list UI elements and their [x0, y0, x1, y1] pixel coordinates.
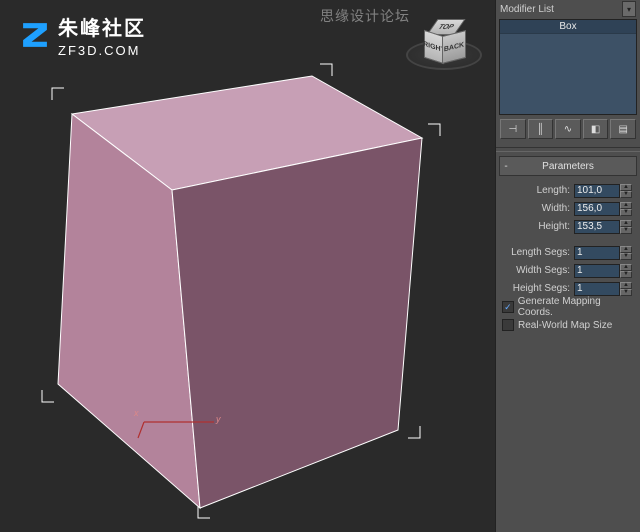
generate-mapping-checkbox[interactable]: ✓ — [502, 301, 514, 313]
height-segs-label: Height Segs: — [500, 283, 574, 294]
spinner-down-icon[interactable]: ▼ — [620, 227, 632, 234]
spinner-up-icon[interactable]: ▲ — [620, 246, 632, 253]
width-label: Width: — [500, 203, 574, 214]
unique-icon: ∿ — [564, 124, 572, 135]
remove-modifier-button[interactable]: ◧ — [583, 119, 609, 139]
configure-sets-button[interactable]: ▤ — [610, 119, 636, 139]
modifier-list-dropdown[interactable]: Modifier List ▾ — [496, 0, 640, 18]
parameters-rollout-header[interactable]: - Parameters — [499, 156, 637, 176]
length-segs-spinner[interactable]: ▲ ▼ — [574, 246, 636, 260]
spinner-up-icon[interactable]: ▲ — [620, 264, 632, 271]
spinner-up-icon[interactable]: ▲ — [620, 220, 632, 227]
width-segs-spinner[interactable]: ▲ ▼ — [574, 264, 636, 278]
parameters-body: Length: ▲ ▼ Width: ▲ ▼ Height: — [496, 176, 640, 337]
modify-panel: Modifier List ▾ Box ⊣ ║ ∿ ◧ ▤ - Paramete… — [495, 0, 640, 532]
height-segs-input[interactable] — [574, 282, 620, 296]
spinner-down-icon[interactable]: ▼ — [620, 271, 632, 278]
spinner-up-icon[interactable]: ▲ — [620, 282, 632, 289]
show-end-result-button[interactable]: ║ — [528, 119, 554, 139]
spinner-down-icon[interactable]: ▼ — [620, 191, 632, 198]
remove-icon: ◧ — [591, 124, 600, 135]
logo-text-cn: 朱峰社区 — [58, 12, 146, 41]
modifier-stack[interactable]: Box — [499, 19, 637, 115]
length-input[interactable] — [574, 184, 620, 198]
length-label: Length: — [500, 185, 574, 196]
spinner-up-icon[interactable]: ▲ — [620, 184, 632, 191]
pin-stack-button[interactable]: ⊣ — [500, 119, 526, 139]
check-icon: ✓ — [504, 302, 512, 313]
length-segs-label: Length Segs: — [500, 247, 574, 258]
modifier-list-label: Modifier List — [500, 4, 622, 15]
generate-mapping-row[interactable]: ✓ Generate Mapping Coords. — [500, 299, 636, 315]
height-label: Height: — [500, 221, 574, 232]
scene-box[interactable] — [30, 50, 450, 520]
generate-mapping-label: Generate Mapping Coords. — [518, 296, 636, 318]
spinner-up-icon[interactable]: ▲ — [620, 202, 632, 209]
width-segs-label: Width Segs: — [500, 265, 574, 276]
axis-x-label: x — [134, 408, 139, 418]
real-world-label: Real-World Map Size — [518, 320, 612, 331]
length-segs-input[interactable] — [574, 246, 620, 260]
rollout-collapse-icon: - — [500, 161, 512, 172]
panel-divider — [496, 147, 640, 152]
make-unique-button[interactable]: ∿ — [555, 119, 581, 139]
watermark-top: 思缘设计论坛 — [320, 6, 410, 26]
width-input[interactable] — [574, 202, 620, 216]
logo-mark-icon — [18, 18, 52, 52]
spinner-down-icon[interactable]: ▼ — [620, 209, 632, 216]
pin-icon: ⊣ — [508, 124, 517, 135]
viewport[interactable]: 朱峰社区 ZF3D.COM 思缘设计论坛 TOP RIGHT BACK — [0, 0, 495, 532]
modifier-stack-item[interactable]: Box — [500, 20, 636, 34]
axis-y-label: y — [216, 414, 221, 424]
real-world-checkbox[interactable] — [502, 319, 514, 331]
height-input[interactable] — [574, 220, 620, 234]
real-world-row[interactable]: Real-World Map Size — [500, 317, 636, 333]
length-spinner[interactable]: ▲ ▼ — [574, 184, 636, 198]
show-result-icon: ║ — [537, 124, 544, 135]
chevron-down-icon[interactable]: ▾ — [622, 1, 636, 17]
spinner-down-icon[interactable]: ▼ — [620, 289, 632, 296]
width-segs-input[interactable] — [574, 264, 620, 278]
configure-icon: ▤ — [618, 124, 627, 135]
height-spinner[interactable]: ▲ ▼ — [574, 220, 636, 234]
axis-gizmo: x y — [134, 414, 234, 444]
width-spinner[interactable]: ▲ ▼ — [574, 202, 636, 216]
spinner-down-icon[interactable]: ▼ — [620, 253, 632, 260]
height-segs-spinner[interactable]: ▲ ▼ — [574, 282, 636, 296]
rollout-title: Parameters — [512, 161, 636, 172]
